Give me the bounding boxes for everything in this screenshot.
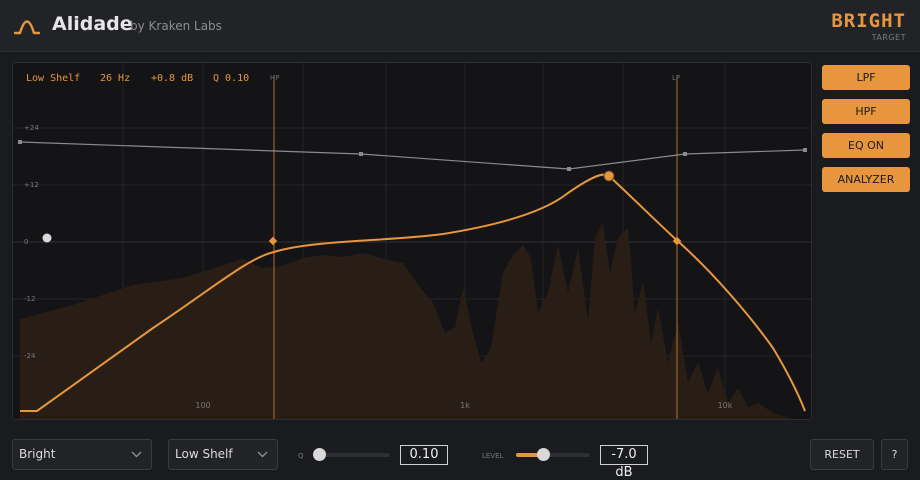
x-tick-label: 10k — [718, 401, 733, 410]
q-slider-knob[interactable] — [313, 448, 326, 461]
header-bar: Alidade by Kraken Labs BRIGHT TARGET — [0, 0, 920, 52]
chevron-down-icon — [257, 451, 268, 458]
bottom-controls: Bright Low Shelf Q 0.10 LEVEL -7.0 dB RE… — [0, 428, 920, 480]
hp-label: HP — [270, 74, 280, 82]
target-point[interactable] — [18, 140, 22, 144]
low-shelf-band-handle[interactable] — [42, 233, 52, 243]
y-tick-label: 0 — [24, 238, 28, 246]
readout-frequency: 26 Hz — [100, 73, 131, 84]
app-vendor: by Kraken Labs — [130, 19, 222, 33]
spectrum-analyzer — [20, 223, 793, 419]
target-point[interactable] — [683, 152, 687, 156]
target-curve — [19, 141, 806, 170]
readout-band-type: Low Shelf — [26, 73, 81, 84]
q-label: Q — [298, 452, 304, 460]
level-value-field[interactable]: -7.0 dB — [600, 445, 648, 480]
peak-band-handle[interactable] — [603, 170, 615, 182]
eq-graph[interactable]: HP LP +24 +12 0 -12 -24 100 1k 10k Low S… — [12, 62, 812, 420]
band-type-select[interactable]: Low Shelf — [168, 439, 278, 470]
y-tick-label: +24 — [24, 124, 39, 132]
app-title: Alidade — [52, 13, 133, 35]
preset-badge: BRIGHT TARGET — [831, 10, 906, 42]
target-point[interactable] — [567, 167, 571, 171]
readout-q: Q 0.10 — [213, 73, 250, 84]
x-tick-label: 100 — [195, 401, 210, 410]
level-label: LEVEL — [482, 452, 504, 460]
target-point[interactable] — [359, 152, 363, 156]
preset-sub-label: TARGET — [871, 33, 906, 42]
q-value-field[interactable]: 0.10 — [400, 445, 448, 465]
lpf-button[interactable]: LPF — [822, 65, 910, 90]
hpf-button[interactable]: HPF — [822, 99, 910, 124]
help-button[interactable]: ? — [881, 439, 908, 470]
lp-label: LP — [672, 74, 680, 82]
hp-band-handle[interactable] — [268, 236, 278, 246]
readout-gain: +0.8 dB — [151, 73, 194, 84]
eq-graph-canvas[interactable]: HP LP +24 +12 0 -12 -24 100 1k 10k — [13, 63, 812, 420]
y-tick-label: -12 — [24, 295, 35, 303]
target-point[interactable] — [803, 148, 807, 152]
peak-logo-icon — [14, 20, 40, 35]
x-tick-label: 1k — [460, 401, 470, 410]
y-tick-label: +12 — [24, 181, 39, 189]
y-tick-label: -24 — [24, 352, 36, 360]
eq-on-button[interactable]: EQ ON — [822, 133, 910, 158]
preset-select-value: Bright — [19, 447, 56, 461]
chevron-down-icon — [131, 451, 142, 458]
preset-select[interactable]: Bright — [12, 439, 152, 470]
reset-button[interactable]: RESET — [810, 439, 874, 470]
analyzer-button[interactable]: ANALYZER — [822, 167, 910, 192]
level-slider-knob[interactable] — [537, 448, 550, 461]
preset-name: BRIGHT — [831, 10, 906, 32]
band-type-select-value: Low Shelf — [175, 447, 233, 461]
